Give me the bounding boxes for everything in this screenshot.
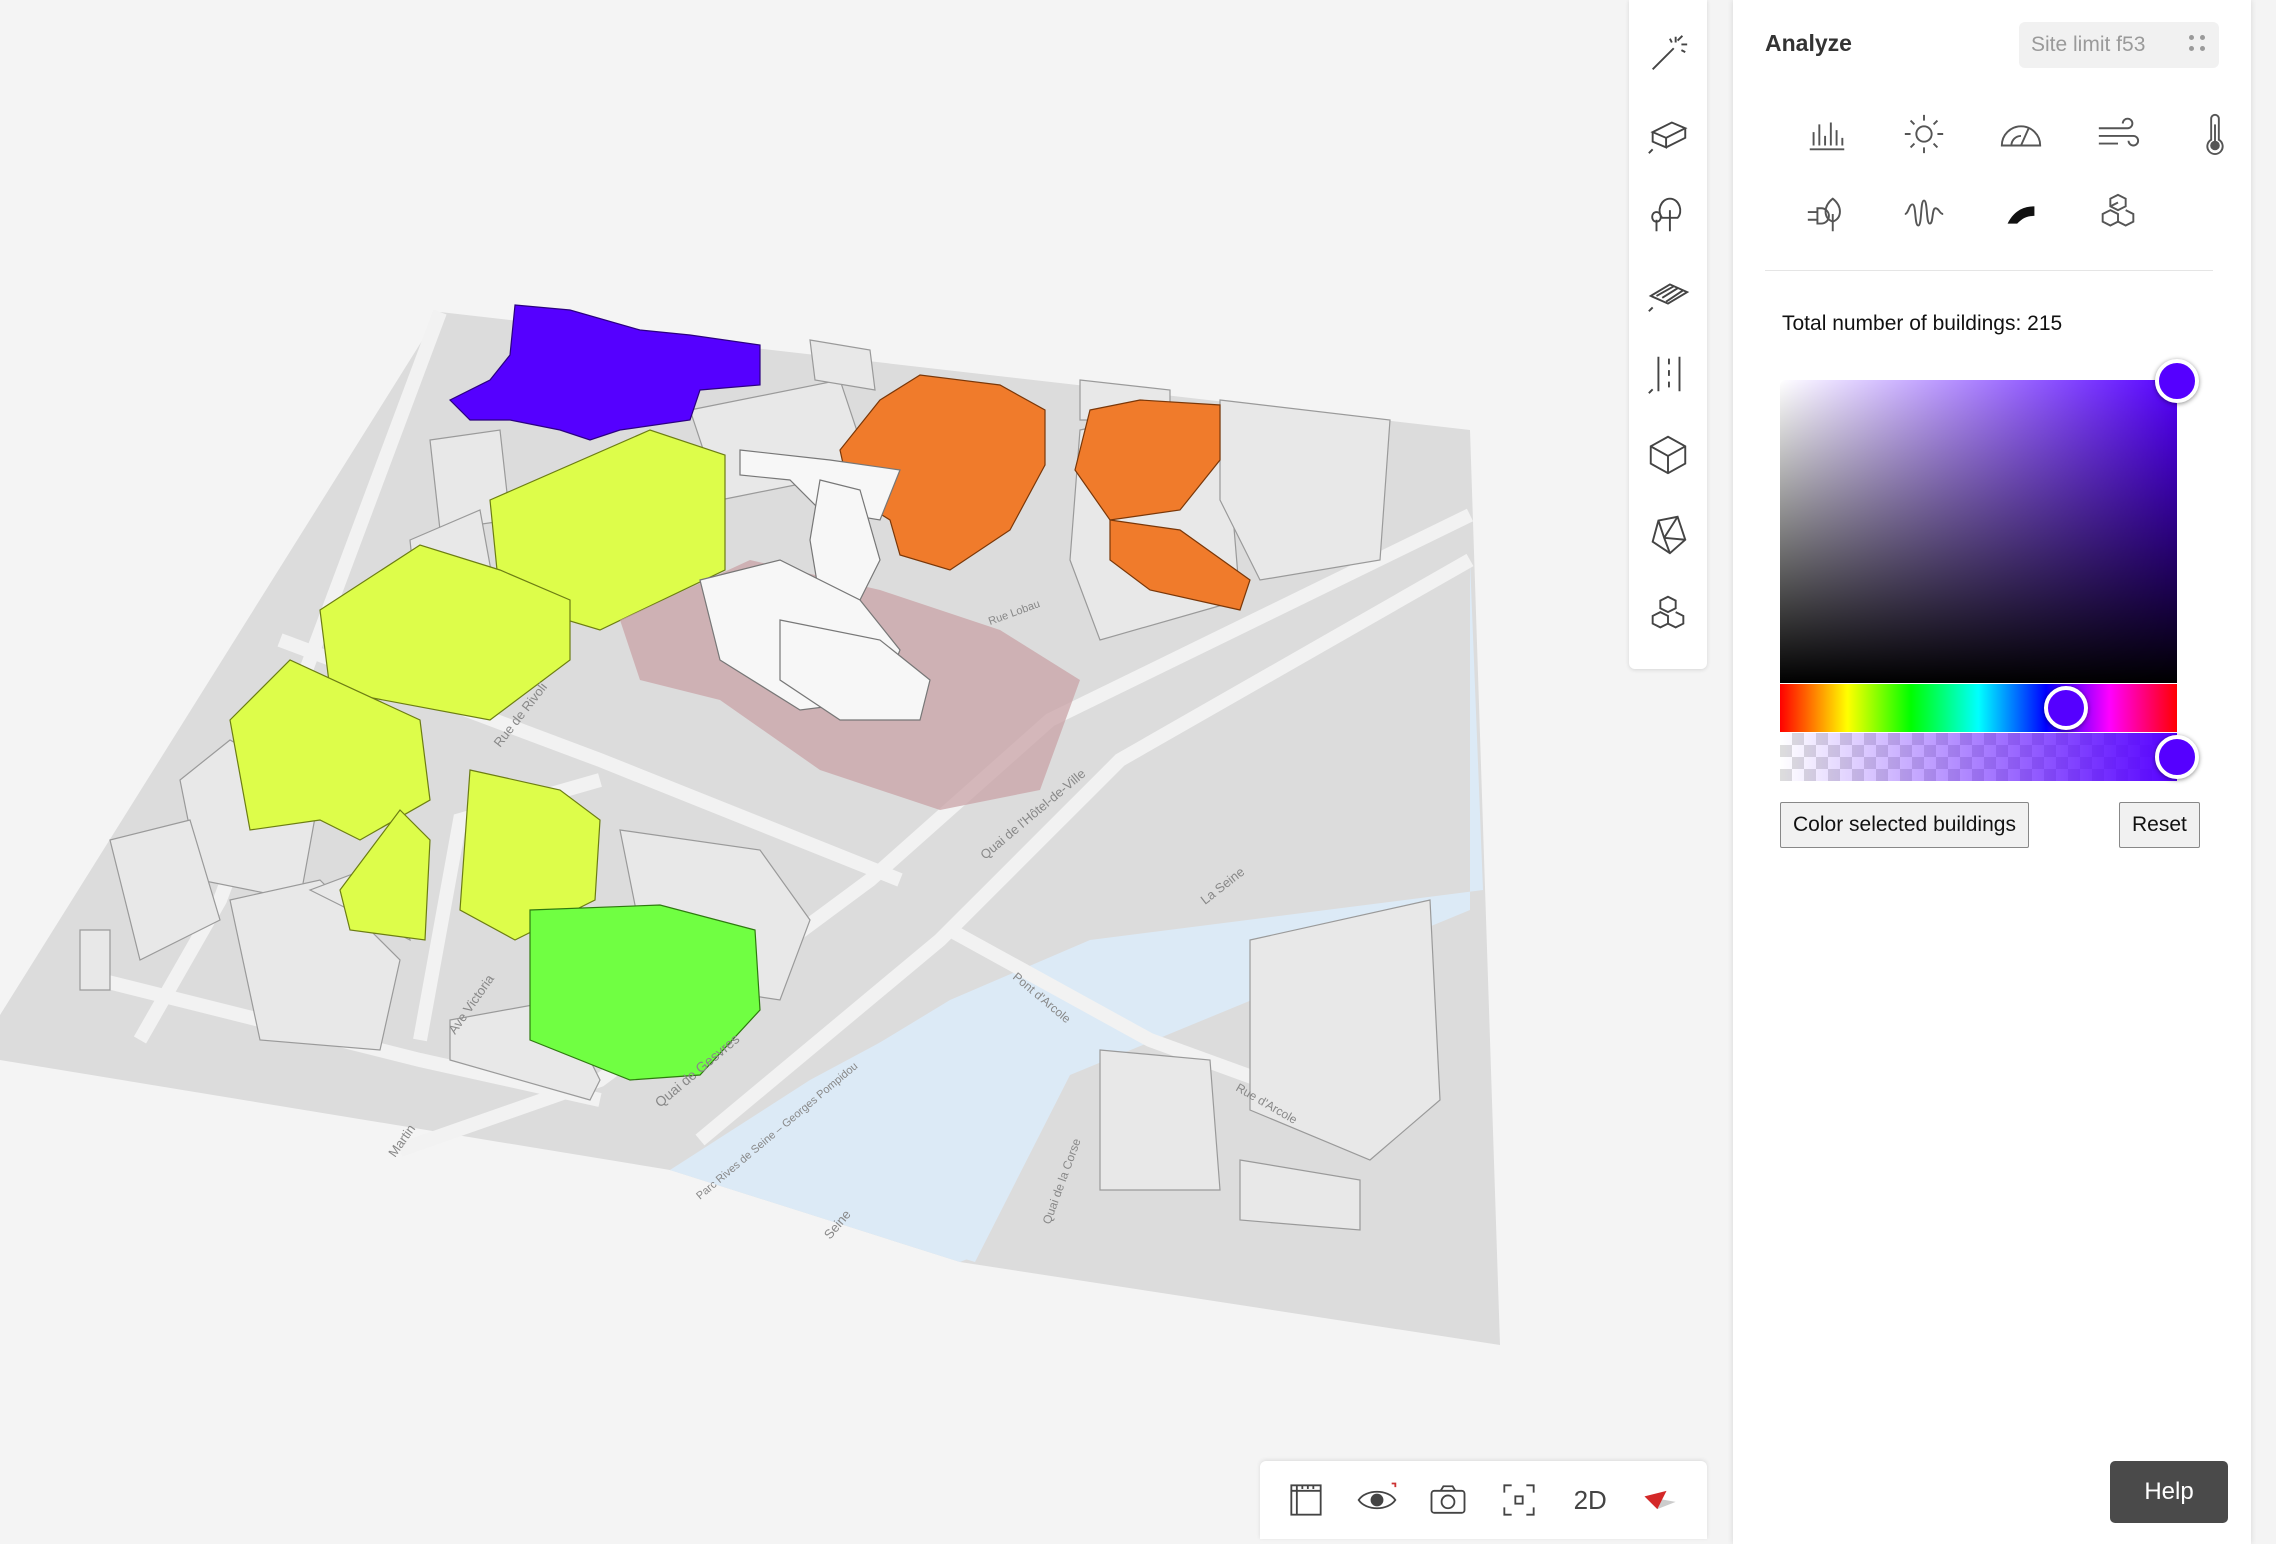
- analyze-panel: Analyze Site limit f53 Total number of b…: [1733, 0, 2251, 1544]
- gauge-icon[interactable]: [1989, 102, 2053, 166]
- sound-wave-icon[interactable]: [1892, 182, 1956, 246]
- site-limit-label: Site limit f53: [2031, 33, 2146, 56]
- site-limit-selector[interactable]: Site limit f53: [2019, 22, 2219, 68]
- trees-icon[interactable]: [1638, 184, 1698, 244]
- alpha-handle[interactable]: [2155, 735, 2199, 779]
- surface-hatch-icon[interactable]: [1638, 264, 1698, 324]
- cube-icon[interactable]: [1638, 424, 1698, 484]
- focus-frame-icon[interactable]: [1489, 1470, 1549, 1530]
- hue-handle[interactable]: [2043, 686, 2088, 730]
- help-button[interactable]: Help: [2110, 1461, 2228, 1523]
- cubes-stack-icon[interactable]: [1638, 584, 1698, 644]
- floorplan-grid-icon[interactable]: [1276, 1470, 1336, 1530]
- thermometer-icon[interactable]: [2183, 102, 2247, 166]
- slope-icon[interactable]: [1989, 182, 2053, 246]
- sun-icon[interactable]: [1892, 102, 1956, 166]
- view-controls: 2D: [1260, 1461, 1707, 1539]
- drag-handle-icon[interactable]: [2189, 35, 2207, 53]
- hue-slider[interactable]: [1780, 684, 2177, 732]
- alpha-slider[interactable]: [1780, 733, 2177, 781]
- polyhedron-icon[interactable]: [1638, 504, 1698, 564]
- tool-toolbar: [1629, 0, 1707, 669]
- view-2d-toggle[interactable]: 2D: [1560, 1470, 1620, 1530]
- wind-icon[interactable]: [2086, 102, 2150, 166]
- saturation-value-area[interactable]: [1780, 380, 2177, 683]
- building-count: Total number of buildings: 215: [1782, 312, 2063, 335]
- color-selected-buildings-button[interactable]: Color selected buildings: [1780, 802, 2029, 848]
- camera-icon[interactable]: [1418, 1470, 1478, 1530]
- reset-button[interactable]: Reset: [2119, 802, 2200, 848]
- building-block-icon[interactable]: [1638, 104, 1698, 164]
- plant-plug-icon[interactable]: [1795, 182, 1859, 246]
- road-lanes-icon[interactable]: [1638, 344, 1698, 404]
- panel-divider: [1765, 270, 2213, 271]
- magic-wand-icon[interactable]: [1638, 24, 1698, 84]
- bar-chart-icon[interactable]: [1795, 102, 1859, 166]
- panel-title: Analyze: [1765, 30, 1852, 56]
- eye-icon[interactable]: [1347, 1470, 1407, 1530]
- compass-icon[interactable]: [1631, 1470, 1691, 1530]
- saturation-value-handle[interactable]: [2155, 359, 2199, 403]
- boxes-icon[interactable]: [2086, 182, 2150, 246]
